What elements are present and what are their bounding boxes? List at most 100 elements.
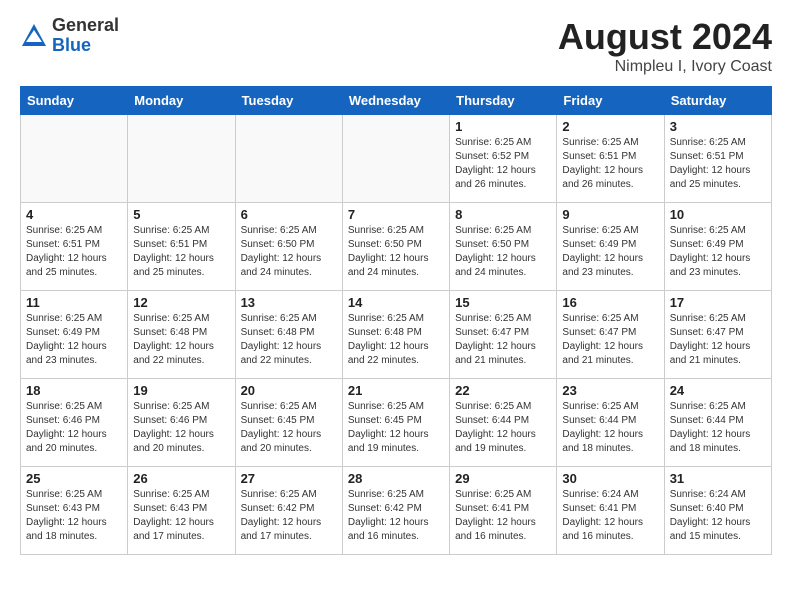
day-info: Sunrise: 6:25 AM Sunset: 6:47 PM Dayligh… — [670, 312, 766, 368]
calendar-week-row: 11 Sunrise: 6:25 AM Sunset: 6:49 PM Dayli… — [21, 291, 772, 379]
calendar-week-row: 1 Sunrise: 6:25 AM Sunset: 6:52 PM Daylig… — [21, 115, 772, 203]
day-number: 16 — [562, 295, 658, 310]
main-title: August 2024 — [558, 16, 772, 58]
table-row: 12 Sunrise: 6:25 AM Sunset: 6:48 PM Dayli… — [128, 291, 235, 379]
day-info: Sunrise: 6:25 AM Sunset: 6:48 PM Dayligh… — [348, 312, 444, 368]
table-row — [21, 115, 128, 203]
calendar-week-row: 18 Sunrise: 6:25 AM Sunset: 6:46 PM Dayli… — [21, 379, 772, 467]
col-friday: Friday — [557, 87, 664, 115]
day-number: 14 — [348, 295, 444, 310]
day-number: 1 — [455, 119, 551, 134]
day-info: Sunrise: 6:25 AM Sunset: 6:41 PM Dayligh… — [455, 488, 551, 544]
day-info: Sunrise: 6:25 AM Sunset: 6:50 PM Dayligh… — [241, 224, 337, 280]
table-row: 9 Sunrise: 6:25 AM Sunset: 6:49 PM Daylig… — [557, 203, 664, 291]
table-row: 16 Sunrise: 6:25 AM Sunset: 6:47 PM Dayli… — [557, 291, 664, 379]
day-info: Sunrise: 6:25 AM Sunset: 6:51 PM Dayligh… — [562, 136, 658, 192]
table-row: 6 Sunrise: 6:25 AM Sunset: 6:50 PM Daylig… — [235, 203, 342, 291]
col-thursday: Thursday — [450, 87, 557, 115]
day-number: 18 — [26, 383, 122, 398]
day-number: 10 — [670, 207, 766, 222]
day-number: 12 — [133, 295, 229, 310]
table-row: 29 Sunrise: 6:25 AM Sunset: 6:41 PM Dayli… — [450, 467, 557, 555]
col-sunday: Sunday — [21, 87, 128, 115]
table-row: 15Sunrise: 6:25 AM Sunset: 6:47 PM Dayli… — [450, 291, 557, 379]
day-number: 30 — [562, 471, 658, 486]
day-info: Sunrise: 6:25 AM Sunset: 6:46 PM Dayligh… — [133, 400, 229, 456]
day-number: 24 — [670, 383, 766, 398]
table-row: 18Sunrise: 6:25 AM Sunset: 6:46 PM Dayli… — [21, 379, 128, 467]
day-info: Sunrise: 6:25 AM Sunset: 6:48 PM Dayligh… — [133, 312, 229, 368]
table-row: 17 Sunrise: 6:25 AM Sunset: 6:47 PM Dayli… — [664, 291, 771, 379]
day-number: 21 — [348, 383, 444, 398]
day-info: Sunrise: 6:25 AM Sunset: 6:45 PM Dayligh… — [348, 400, 444, 456]
day-info: Sunrise: 6:25 AM Sunset: 6:44 PM Dayligh… — [562, 400, 658, 456]
day-info: Sunrise: 6:25 AM Sunset: 6:52 PM Dayligh… — [455, 136, 551, 192]
day-number: 20 — [241, 383, 337, 398]
day-number: 13 — [241, 295, 337, 310]
day-number: 5 — [133, 207, 229, 222]
calendar-week-row: 4 Sunrise: 6:25 AM Sunset: 6:51 PM Daylig… — [21, 203, 772, 291]
day-number: 9 — [562, 207, 658, 222]
table-row: 13Sunrise: 6:25 AM Sunset: 6:48 PM Dayli… — [235, 291, 342, 379]
logo-blue: Blue — [52, 36, 119, 56]
table-row — [128, 115, 235, 203]
day-info: Sunrise: 6:25 AM Sunset: 6:42 PM Dayligh… — [348, 488, 444, 544]
day-number: 7 — [348, 207, 444, 222]
col-tuesday: Tuesday — [235, 87, 342, 115]
day-info: Sunrise: 6:25 AM Sunset: 6:42 PM Dayligh… — [241, 488, 337, 544]
subtitle: Nimpleu I, Ivory Coast — [558, 58, 772, 76]
page: General Blue August 2024 Nimpleu I, Ivor… — [0, 0, 792, 612]
day-info: Sunrise: 6:25 AM Sunset: 6:45 PM Dayligh… — [241, 400, 337, 456]
table-row — [235, 115, 342, 203]
table-row: 28Sunrise: 6:25 AM Sunset: 6:42 PM Dayli… — [342, 467, 449, 555]
day-info: Sunrise: 6:25 AM Sunset: 6:49 PM Dayligh… — [26, 312, 122, 368]
day-number: 3 — [670, 119, 766, 134]
logo-icon — [20, 22, 48, 50]
logo-general: General — [52, 16, 119, 36]
table-row: 30 Sunrise: 6:24 AM Sunset: 6:41 PM Dayli… — [557, 467, 664, 555]
calendar: Sunday Monday Tuesday Wednesday Thursday… — [20, 86, 772, 555]
day-number: 22 — [455, 383, 551, 398]
day-info: Sunrise: 6:25 AM Sunset: 6:50 PM Dayligh… — [455, 224, 551, 280]
day-info: Sunrise: 6:25 AM Sunset: 6:51 PM Dayligh… — [133, 224, 229, 280]
table-row: 21 Sunrise: 6:25 AM Sunset: 6:45 PM Dayli… — [342, 379, 449, 467]
table-row: 10 Sunrise: 6:25 AM Sunset: 6:49 PM Dayli… — [664, 203, 771, 291]
col-saturday: Saturday — [664, 87, 771, 115]
table-row — [342, 115, 449, 203]
day-info: Sunrise: 6:25 AM Sunset: 6:47 PM Dayligh… — [562, 312, 658, 368]
day-number: 17 — [670, 295, 766, 310]
table-row: 14 Sunrise: 6:25 AM Sunset: 6:48 PM Dayli… — [342, 291, 449, 379]
day-info: Sunrise: 6:24 AM Sunset: 6:40 PM Dayligh… — [670, 488, 766, 544]
day-info: Sunrise: 6:25 AM Sunset: 6:47 PM Dayligh… — [455, 312, 551, 368]
day-number: 29 — [455, 471, 551, 486]
table-row: 11 Sunrise: 6:25 AM Sunset: 6:49 PM Dayli… — [21, 291, 128, 379]
day-info: Sunrise: 6:25 AM Sunset: 6:44 PM Dayligh… — [670, 400, 766, 456]
day-number: 11 — [26, 295, 122, 310]
day-number: 4 — [26, 207, 122, 222]
table-row: 1 Sunrise: 6:25 AM Sunset: 6:52 PM Daylig… — [450, 115, 557, 203]
day-number: 25 — [26, 471, 122, 486]
table-row: 24 Sunrise: 6:25 AM Sunset: 6:44 PM Dayli… — [664, 379, 771, 467]
calendar-week-row: 25Sunrise: 6:25 AM Sunset: 6:43 PM Dayli… — [21, 467, 772, 555]
table-row: 31Sunrise: 6:24 AM Sunset: 6:40 PM Dayli… — [664, 467, 771, 555]
table-row: 22Sunrise: 6:25 AM Sunset: 6:44 PM Dayli… — [450, 379, 557, 467]
day-info: Sunrise: 6:25 AM Sunset: 6:49 PM Dayligh… — [562, 224, 658, 280]
header: General Blue August 2024 Nimpleu I, Ivor… — [20, 16, 772, 76]
table-row: 2Sunrise: 6:25 AM Sunset: 6:51 PM Daylig… — [557, 115, 664, 203]
table-row: 27 Sunrise: 6:25 AM Sunset: 6:42 PM Dayli… — [235, 467, 342, 555]
day-number: 6 — [241, 207, 337, 222]
calendar-header-row: Sunday Monday Tuesday Wednesday Thursday… — [21, 87, 772, 115]
day-number: 23 — [562, 383, 658, 398]
table-row: 26Sunrise: 6:25 AM Sunset: 6:43 PM Dayli… — [128, 467, 235, 555]
table-row: 23 Sunrise: 6:25 AM Sunset: 6:44 PM Dayli… — [557, 379, 664, 467]
col-monday: Monday — [128, 87, 235, 115]
title-area: August 2024 Nimpleu I, Ivory Coast — [558, 16, 772, 76]
table-row: 25Sunrise: 6:25 AM Sunset: 6:43 PM Dayli… — [21, 467, 128, 555]
table-row: 5 Sunrise: 6:25 AM Sunset: 6:51 PM Daylig… — [128, 203, 235, 291]
day-info: Sunrise: 6:25 AM Sunset: 6:51 PM Dayligh… — [670, 136, 766, 192]
day-info: Sunrise: 6:25 AM Sunset: 6:49 PM Dayligh… — [670, 224, 766, 280]
day-number: 27 — [241, 471, 337, 486]
day-info: Sunrise: 6:24 AM Sunset: 6:41 PM Dayligh… — [562, 488, 658, 544]
table-row: 7Sunrise: 6:25 AM Sunset: 6:50 PM Daylig… — [342, 203, 449, 291]
col-wednesday: Wednesday — [342, 87, 449, 115]
